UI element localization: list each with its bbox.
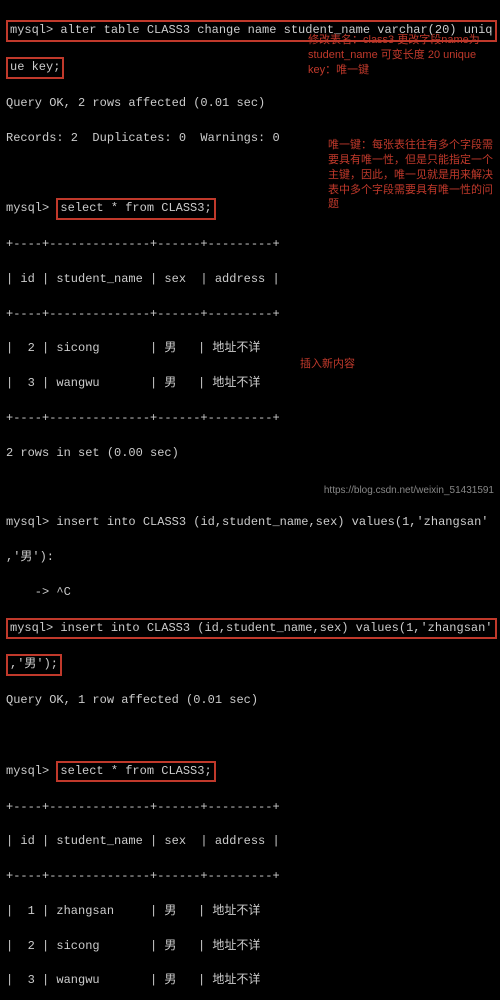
prompt: mysql> [6, 515, 49, 529]
table-border: +----+--------------+------+---------+ [6, 306, 494, 323]
table-row: | 3 | wangwu | 男 | 地址不详 [6, 972, 494, 989]
table-border: +----+--------------+------+---------+ [6, 868, 494, 885]
cmd-text: ue key; [10, 60, 60, 74]
table-row: | 3 | wangwu | 男 | 地址不详 [6, 375, 494, 392]
table-header: | id | student_name | sex | address | [6, 271, 494, 288]
table-row: | 1 | zhangsan | 男 | 地址不详 [6, 903, 494, 920]
prompt: mysql> [6, 201, 49, 215]
table-border: +----+--------------+------+---------+ [6, 410, 494, 427]
table-header: | id | student_name | sex | address | [6, 833, 494, 850]
cmd-text: insert into CLASS3 (id,student_name,sex)… [60, 621, 492, 635]
table-row: | 2 | sicong | 男 | 地址不详 [6, 938, 494, 955]
watermark: https://blog.csdn.net/weixin_51431591 [324, 484, 494, 499]
table-row: | 2 | sicong | 男 | 地址不详 [6, 340, 494, 357]
cmd-text: ,'男'); [10, 657, 58, 671]
cmd-alter-table-cont: ue key; [6, 57, 64, 78]
prompt: mysql> [10, 621, 53, 635]
cmd-select-1: select * from CLASS3; [56, 198, 215, 219]
table-border: +----+--------------+------+---------+ [6, 236, 494, 253]
output-line: Query OK, 1 row affected (0.01 sec) [6, 692, 494, 709]
table-summary: 2 rows in set (0.00 sec) [6, 445, 494, 462]
cmd-text: insert into CLASS3 (id,student_name,sex)… [56, 515, 488, 529]
cmd-text: ,'男'): [6, 549, 494, 566]
prompt: mysql> [6, 764, 49, 778]
annotation-unique-key: 唯一键：每张表往往有多个字段需要具有唯一性，但是只能指定一个主键，因此，唯一见就… [328, 138, 496, 212]
cmd-select-2: select * from CLASS3; [56, 761, 215, 782]
cmd-insert: mysql> insert into CLASS3 (id,student_na… [6, 618, 497, 639]
cmd-insert-cont: ,'男'); [6, 654, 62, 675]
annotation-insert: 插入新内容 [300, 357, 420, 372]
prompt: mysql> [10, 23, 53, 37]
output-line: Query OK, 2 rows affected (0.01 sec) [6, 95, 494, 112]
interrupt: -> ^C [6, 584, 494, 601]
annotation-alter: 修改表名：class3 更改字段name为 student_name 可变长度 … [308, 33, 488, 78]
table-border: +----+--------------+------+---------+ [6, 799, 494, 816]
